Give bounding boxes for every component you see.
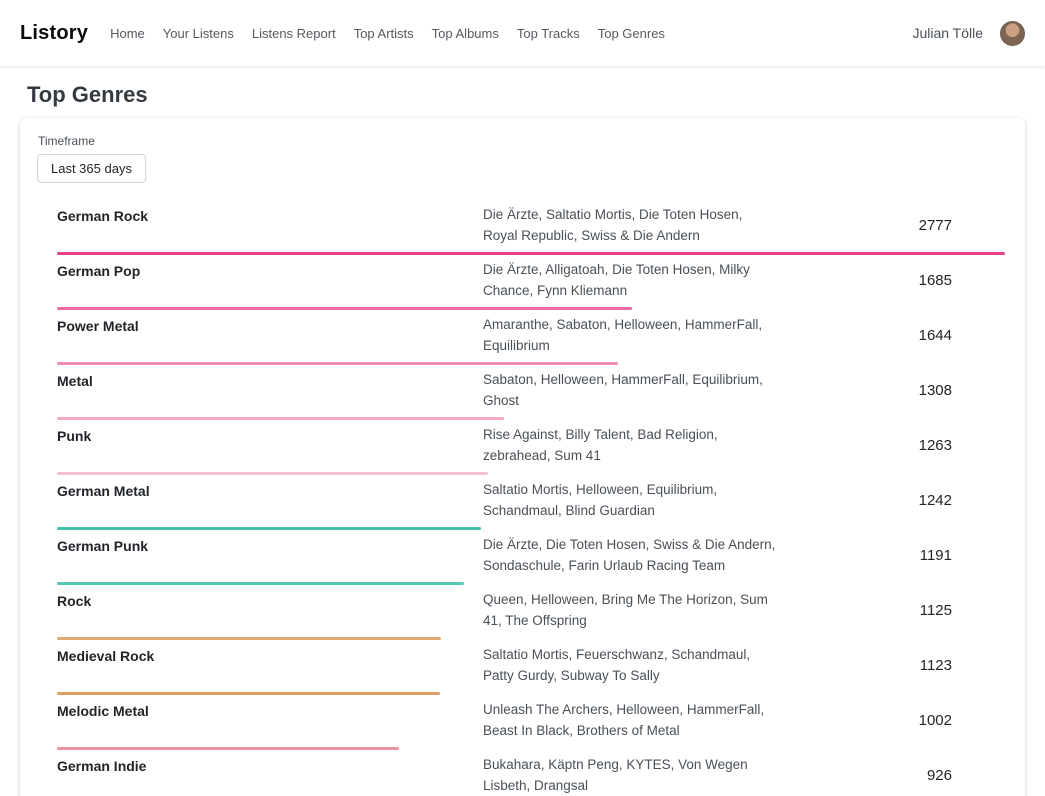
genre-row-main: German Rock Die Ärzte, Saltatio Mortis, …: [57, 200, 1005, 252]
genre-artists: Rise Against, Billy Talent, Bad Religion…: [483, 425, 778, 466]
user-name: Julian Tölle: [912, 25, 983, 41]
genre-row-main: Punk Rise Against, Billy Talent, Bad Rel…: [57, 420, 1005, 472]
genre-row-main: Melodic Metal Unleash The Archers, Hello…: [57, 695, 1005, 747]
nav-item-listens-report[interactable]: Listens Report: [252, 26, 336, 41]
genre-name: German Indie: [57, 755, 483, 776]
genre-row-main: German Pop Die Ärzte, Alligatoah, Die To…: [57, 255, 1005, 307]
genre-artists: Amaranthe, Sabaton, Helloween, HammerFal…: [483, 315, 778, 356]
genre-count: 1644: [919, 327, 1005, 344]
genre-name: Melodic Metal: [57, 700, 483, 721]
genre-artists: Die Ärzte, Saltatio Mortis, Die Toten Ho…: [483, 205, 778, 246]
page-title: Top Genres: [27, 82, 1025, 108]
genre-row: German Metal Saltatio Mortis, Helloween,…: [57, 475, 1005, 530]
genre-name: Punk: [57, 425, 483, 446]
top-genres-card: Timeframe Last 365 days German Rock Die …: [20, 118, 1025, 796]
genre-name: Rock: [57, 590, 483, 611]
genre-row-main: Power Metal Amaranthe, Sabaton, Hellowee…: [57, 310, 1005, 362]
genre-row-main: Medieval Rock Saltatio Mortis, Feuerschw…: [57, 640, 1005, 692]
genre-row: German Indie Bukahara, Käptn Peng, KYTES…: [57, 750, 1005, 796]
genre-name: German Metal: [57, 480, 483, 501]
genre-artists: Die Ärzte, Alligatoah, Die Toten Hosen, …: [483, 260, 778, 301]
genre-name: German Rock: [57, 205, 483, 226]
genre-artists: Unleash The Archers, Helloween, HammerFa…: [483, 700, 778, 741]
avatar: [1000, 21, 1025, 46]
genre-row: Punk Rise Against, Billy Talent, Bad Rel…: [57, 420, 1005, 475]
genre-row: Rock Queen, Helloween, Bring Me The Hori…: [57, 585, 1005, 640]
nav-item-your-listens[interactable]: Your Listens: [163, 26, 234, 41]
nav-item-top-albums[interactable]: Top Albums: [432, 26, 499, 41]
genre-row-main: Metal Sabaton, Helloween, HammerFall, Eq…: [57, 365, 1005, 417]
main-nav: Home Your Listens Listens Report Top Artist…: [110, 26, 665, 41]
genre-count: 1685: [919, 272, 1005, 289]
genre-count: 926: [927, 767, 1005, 784]
genre-name: Power Metal: [57, 315, 483, 336]
genre-name: Metal: [57, 370, 483, 391]
page-content: Top Genres Timeframe Last 365 days Germa…: [0, 82, 1045, 796]
genre-row-main: German Punk Die Ärzte, Die Toten Hosen, …: [57, 530, 1005, 582]
genre-artists: Bukahara, Käptn Peng, KYTES, Von Wegen L…: [483, 755, 778, 796]
genre-artists: Saltatio Mortis, Feuerschwanz, Schandmau…: [483, 645, 778, 686]
genre-row: Medieval Rock Saltatio Mortis, Feuerschw…: [57, 640, 1005, 695]
genre-row: German Pop Die Ärzte, Alligatoah, Die To…: [57, 255, 1005, 310]
top-navbar: Listory Home Your Listens Listens Report To…: [0, 0, 1045, 66]
genre-row: Metal Sabaton, Helloween, HammerFall, Eq…: [57, 365, 1005, 420]
genre-count: 1123: [920, 657, 1005, 674]
genre-name: German Punk: [57, 535, 483, 556]
genre-count: 1191: [920, 547, 1005, 564]
genre-count: 1002: [919, 712, 1005, 729]
timeframe-select[interactable]: Last 365 days: [37, 154, 146, 183]
genre-artists: Saltatio Mortis, Helloween, Equilibrium,…: [483, 480, 778, 521]
genre-count: 2777: [919, 217, 1005, 234]
genre-count: 1125: [920, 602, 1005, 619]
genre-name: German Pop: [57, 260, 483, 281]
genre-artists: Sabaton, Helloween, HammerFall, Equilibr…: [483, 370, 778, 411]
timeframe-label: Timeframe: [38, 134, 1025, 148]
genre-name: Medieval Rock: [57, 645, 483, 666]
app-logo[interactable]: Listory: [20, 22, 88, 45]
genre-count: 1242: [919, 492, 1005, 509]
genre-row: Power Metal Amaranthe, Sabaton, Hellowee…: [57, 310, 1005, 365]
genre-count: 1308: [919, 382, 1005, 399]
genre-table: German Rock Die Ärzte, Saltatio Mortis, …: [57, 200, 1005, 796]
genre-artists: Die Ärzte, Die Toten Hosen, Swiss & Die …: [483, 535, 778, 576]
nav-item-home[interactable]: Home: [110, 26, 145, 41]
user-menu[interactable]: Julian Tölle: [912, 21, 1025, 46]
genre-row-main: Rock Queen, Helloween, Bring Me The Hori…: [57, 585, 1005, 637]
genre-row: German Punk Die Ärzte, Die Toten Hosen, …: [57, 530, 1005, 585]
genre-row-main: German Indie Bukahara, Käptn Peng, KYTES…: [57, 750, 1005, 796]
genre-count: 1263: [919, 437, 1005, 454]
nav-item-top-genres[interactable]: Top Genres: [598, 26, 665, 41]
nav-item-top-tracks[interactable]: Top Tracks: [517, 26, 580, 41]
genre-row: German Rock Die Ärzte, Saltatio Mortis, …: [57, 200, 1005, 255]
nav-item-top-artists[interactable]: Top Artists: [354, 26, 414, 41]
genre-row: Melodic Metal Unleash The Archers, Hello…: [57, 695, 1005, 750]
genre-artists: Queen, Helloween, Bring Me The Horizon, …: [483, 590, 778, 631]
genre-row-main: German Metal Saltatio Mortis, Helloween,…: [57, 475, 1005, 527]
